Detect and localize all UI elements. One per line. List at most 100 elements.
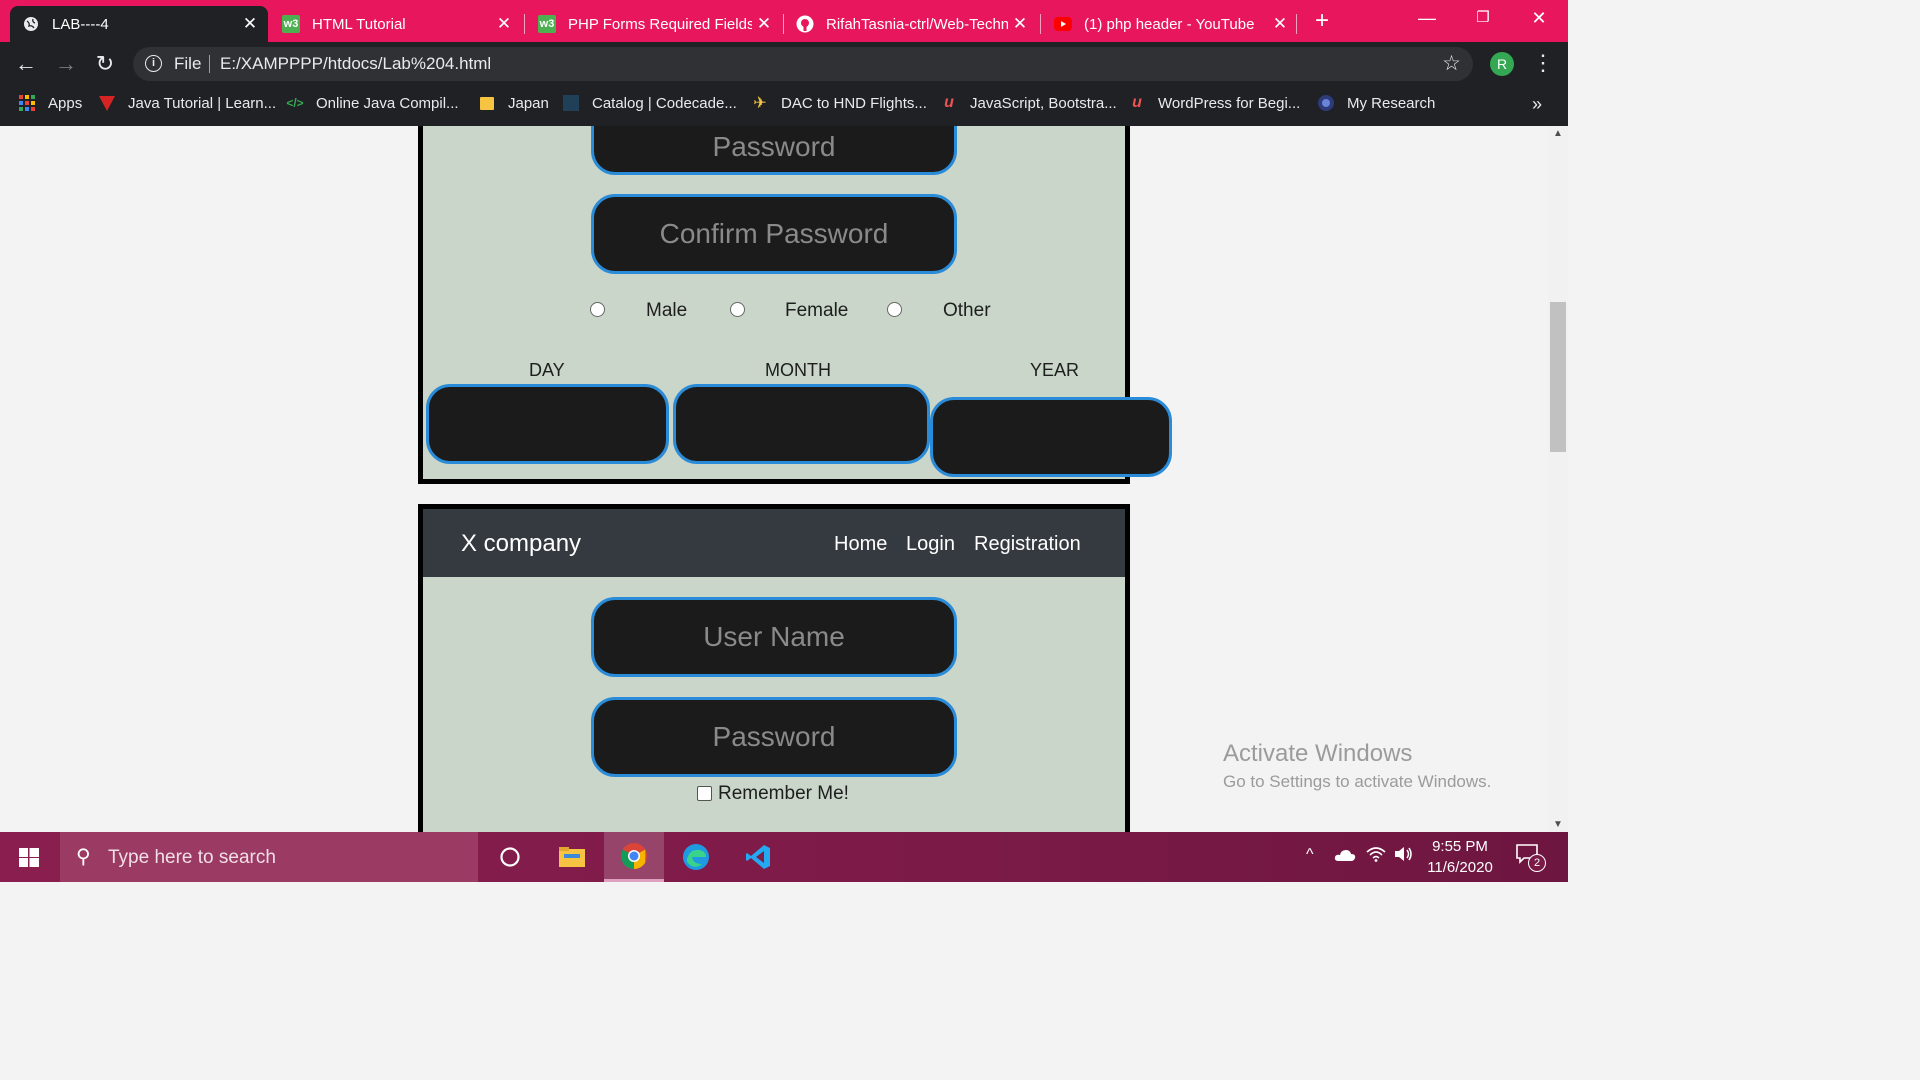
reload-button[interactable]: ↻	[91, 50, 119, 78]
wifi-icon[interactable]	[1366, 846, 1386, 867]
bookmark-online-java[interactable]: </> Online Java Compil...	[286, 94, 458, 112]
bookmark-apps[interactable]: Apps	[18, 94, 82, 112]
address-bar[interactable]: i File E:/XAMPPPP/htdocs/Lab%204.html ☆	[133, 47, 1473, 81]
bookmark-star-icon[interactable]: ☆	[1442, 51, 1461, 76]
gender-radio-female[interactable]	[730, 302, 745, 317]
tab-title: PHP Forms Required Fields	[568, 15, 752, 33]
bookmark-label: Japan	[508, 94, 549, 112]
onedrive-icon[interactable]	[1334, 848, 1356, 867]
dob-year-input[interactable]	[930, 397, 1172, 477]
bookmark-label: WordPress for Begi...	[1158, 94, 1301, 112]
tab-html-tutorial[interactable]: w3 HTML Tutorial ✕	[270, 6, 522, 42]
tab-github[interactable]: RifahTasnia-ctrl/Web-Techn ✕	[784, 6, 1038, 42]
close-window-button[interactable]: ✕	[1514, 4, 1564, 34]
bookmarks-overflow-button[interactable]: »	[1532, 94, 1542, 115]
bookmark-label: Apps	[48, 94, 83, 112]
bookmark-japan[interactable]: Japan	[478, 94, 549, 112]
bookmark-label: JavaScript, Bootstra...	[970, 94, 1117, 112]
java-bookmark-icon	[98, 94, 116, 112]
profile-avatar[interactable]: R	[1490, 52, 1514, 76]
remember-me-checkbox[interactable]	[697, 786, 712, 801]
windows-logo-icon	[19, 848, 39, 867]
address-divider	[209, 55, 210, 73]
tab-separator	[1296, 14, 1297, 34]
browser-menu-icon[interactable]: ⋮	[1532, 50, 1554, 76]
cortana-icon[interactable]	[480, 832, 540, 882]
globe-icon	[22, 15, 40, 33]
tab-title: RifahTasnia-ctrl/Web-Techn	[826, 15, 1008, 33]
close-icon[interactable]: ✕	[492, 14, 516, 34]
scroll-down-icon[interactable]: ▼	[1553, 819, 1563, 830]
gender-radio-male[interactable]	[590, 302, 605, 317]
confirm-password-input[interactable]: Confirm Password	[591, 194, 957, 274]
nav-link-login[interactable]: Login	[906, 533, 955, 556]
username-placeholder: User Name	[703, 621, 845, 652]
chrome-icon[interactable]	[604, 832, 664, 882]
vscode-icon[interactable]	[728, 832, 788, 882]
nav-link-home[interactable]: Home	[834, 533, 887, 556]
tab-separator	[1040, 14, 1041, 34]
dob-day-label: DAY	[529, 360, 565, 380]
close-icon[interactable]: ✕	[1008, 14, 1032, 34]
scrollbar-thumb[interactable]	[1550, 302, 1566, 452]
new-tab-button[interactable]: +	[1308, 8, 1336, 36]
dob-day-input[interactable]	[426, 384, 669, 464]
windows-taskbar: ⚲ Type here to search ^ 9:55 PM 11/6/202…	[0, 832, 1568, 882]
restore-button[interactable]: ❐	[1458, 4, 1508, 34]
start-button[interactable]	[0, 832, 58, 882]
taskbar-search[interactable]: ⚲ Type here to search	[60, 832, 478, 882]
close-icon[interactable]: ✕	[238, 14, 262, 34]
github-icon	[796, 15, 814, 33]
bookmark-javascript-bootstrap[interactable]: u JavaScript, Bootstra...	[940, 94, 1117, 112]
tab-php-forms[interactable]: w3 PHP Forms Required Fields ✕	[526, 6, 782, 42]
clock-time: 9:55 PM	[1432, 838, 1488, 855]
gender-label-female: Female	[785, 300, 849, 321]
research-icon	[1317, 94, 1335, 112]
minimize-button[interactable]: —	[1402, 4, 1452, 34]
close-icon[interactable]: ✕	[752, 14, 776, 34]
code-bookmark-icon: </>	[286, 96, 304, 110]
login-password-input[interactable]: Password	[591, 697, 957, 777]
bookmark-wordpress[interactable]: u WordPress for Begi...	[1128, 94, 1300, 112]
close-icon[interactable]: ✕	[1268, 14, 1292, 34]
udemy-icon: u	[1132, 94, 1142, 111]
gender-label-other: Other	[943, 300, 991, 321]
password-input[interactable]: Password	[591, 126, 957, 175]
volume-icon[interactable]	[1394, 846, 1414, 867]
tab-lab4[interactable]: LAB----4 ✕	[10, 6, 268, 42]
bookmark-java-tutorial[interactable]: Java Tutorial | Learn...	[98, 94, 276, 112]
bookmark-flights[interactable]: ✈ DAC to HND Flights...	[751, 94, 927, 113]
youtube-icon	[1054, 15, 1072, 33]
back-button[interactable]: ←	[12, 50, 40, 78]
username-input[interactable]: User Name	[591, 597, 957, 677]
show-hidden-icons-icon[interactable]: ^	[1306, 846, 1314, 864]
forward-button[interactable]: →	[52, 50, 80, 78]
folder-icon	[478, 94, 496, 112]
info-icon[interactable]: i	[145, 55, 162, 72]
url-text[interactable]: E:/XAMPPPP/htdocs/Lab%204.html	[220, 54, 491, 74]
page-scrollbar[interactable]: ▲ ▼	[1548, 126, 1568, 832]
edge-icon[interactable]	[666, 832, 726, 882]
nav-link-registration[interactable]: Registration	[974, 533, 1081, 556]
bookmark-label: DAC to HND Flights...	[781, 94, 927, 112]
confirm-password-placeholder: Confirm Password	[659, 218, 889, 249]
clock-date: 11/6/2020	[1427, 859, 1493, 876]
site-navbar: X company Home Login Registration	[423, 509, 1125, 577]
bookmark-my-research[interactable]: My Research	[1317, 94, 1435, 112]
notification-count-badge: 2	[1528, 854, 1546, 872]
tab-title: (1) php header - YouTube	[1084, 15, 1255, 33]
taskbar-clock[interactable]: 9:55 PM 11/6/2020	[1424, 836, 1496, 878]
browser-toolbar: ← → ↻ i File E:/XAMPPPP/htdocs/Lab%204.h…	[0, 42, 1568, 86]
plane-icon: ✈	[753, 95, 767, 112]
dob-year-label: YEAR	[1030, 360, 1080, 380]
tab-youtube[interactable]: (1) php header - YouTube ✕	[1042, 6, 1298, 42]
tab-title: LAB----4	[52, 15, 109, 33]
navbar-brand[interactable]: X company	[461, 530, 581, 558]
dob-month-input[interactable]	[673, 384, 930, 464]
bookmark-codecademy[interactable]: Catalog | Codecade...	[562, 94, 737, 112]
scroll-up-icon[interactable]: ▲	[1553, 128, 1563, 139]
activate-windows-title: Activate Windows	[1223, 740, 1413, 767]
gender-radio-other[interactable]	[887, 302, 902, 317]
action-center-icon[interactable]: 2	[1516, 844, 1546, 872]
file-explorer-icon[interactable]	[542, 832, 602, 882]
